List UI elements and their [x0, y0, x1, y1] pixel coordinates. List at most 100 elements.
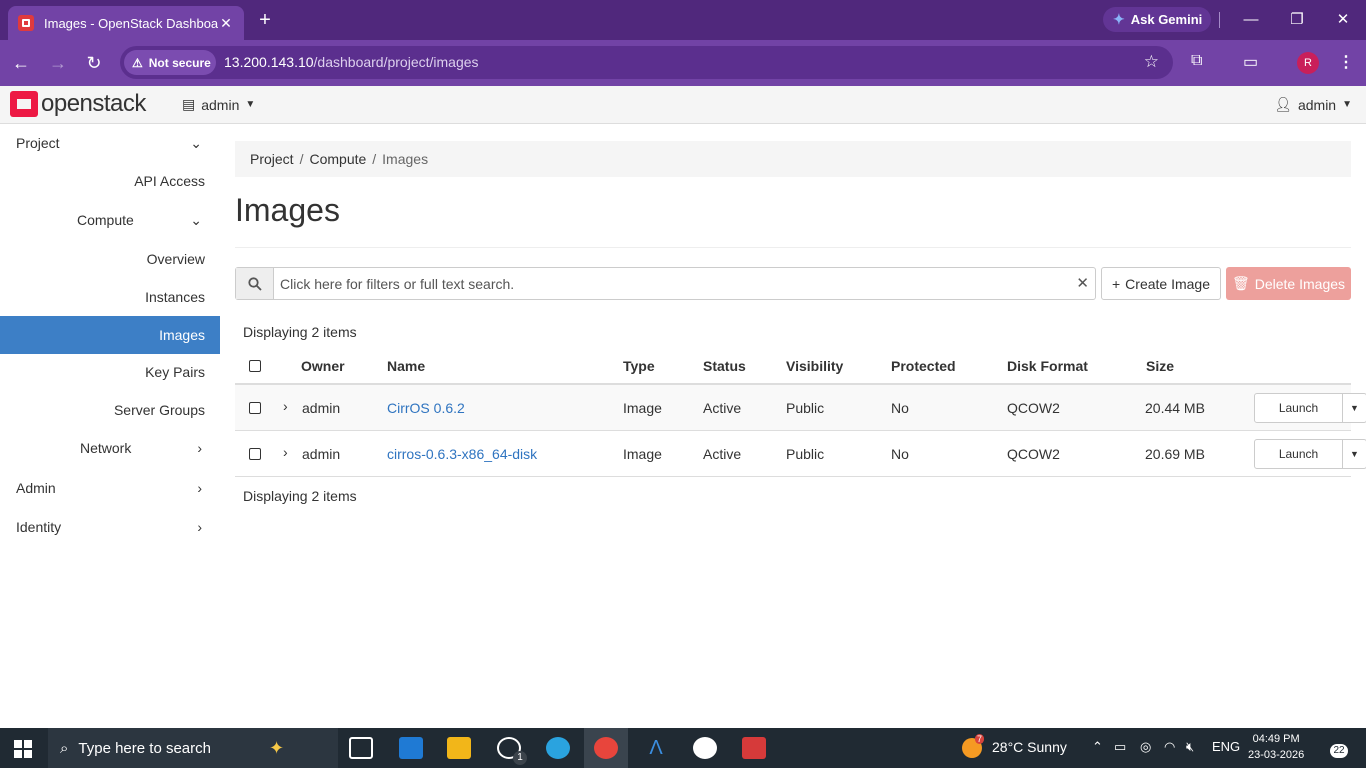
- col-size[interactable]: Size: [1146, 358, 1174, 374]
- breadcrumb-compute[interactable]: Compute: [309, 151, 366, 167]
- item-count-top: Displaying 2 items: [243, 324, 357, 340]
- bookmark-star-icon[interactable]: ☆: [1144, 52, 1159, 72]
- copilot-sparkle-icon[interactable]: ✦: [269, 738, 284, 759]
- col-type[interactable]: Type: [623, 358, 655, 374]
- user-menu-label: admin: [1297, 96, 1337, 113]
- whatsapp-icon[interactable]: 1: [497, 737, 527, 765]
- search-icon[interactable]: [236, 268, 274, 299]
- window-close-icon[interactable]: ✕: [1320, 8, 1366, 32]
- weather-badge: 7: [975, 734, 985, 744]
- clock[interactable]: 04:49 PM 23-03-2026: [1248, 731, 1304, 763]
- weather-icon[interactable]: 7: [962, 734, 985, 758]
- sidebar-item-project[interactable]: Project ⌄: [0, 124, 220, 162]
- sidebar-item-server-groups[interactable]: Server Groups: [0, 391, 220, 429]
- show-hidden-icons-icon[interactable]: ⌃: [1092, 739, 1103, 755]
- battery-icon[interactable]: ▭: [1114, 739, 1126, 755]
- sidebar-item-key-pairs[interactable]: Key Pairs: [0, 353, 220, 391]
- chevron-right-icon[interactable]: ›: [283, 398, 288, 414]
- search-input[interactable]: Click here for filters or full text sear…: [235, 267, 1096, 300]
- wifi-icon[interactable]: ◠: [1164, 739, 1175, 755]
- back-arrow-icon[interactable]: ←: [8, 50, 34, 76]
- reload-icon[interactable]: ↻: [81, 50, 107, 76]
- sidebar-item-overview[interactable]: Overview: [0, 240, 220, 278]
- sidebar-item-compute[interactable]: Compute ⌄: [0, 201, 220, 239]
- delete-images-label: Delete Images: [1254, 275, 1346, 292]
- col-disk-format[interactable]: Disk Format: [1007, 358, 1088, 374]
- ollama-icon[interactable]: [693, 737, 717, 759]
- col-owner[interactable]: Owner: [301, 358, 345, 374]
- chevron-right-icon: ›: [197, 440, 202, 456]
- weather-text[interactable]: 28°C Sunny: [992, 739, 1067, 755]
- not-secure-badge[interactable]: ⚠ Not secure: [124, 50, 216, 75]
- sidebar-item-label: Images: [159, 327, 205, 343]
- launch-button[interactable]: Launch: [1254, 393, 1343, 423]
- col-status[interactable]: Status: [703, 358, 746, 374]
- sidebar-item-label: Overview: [146, 251, 205, 267]
- clock-date: 23-03-2026: [1248, 749, 1305, 761]
- create-image-button[interactable]: + Create Image: [1101, 267, 1221, 300]
- task-view-icon[interactable]: [349, 737, 373, 759]
- row-checkbox[interactable]: [249, 448, 261, 460]
- breadcrumb-separator: /: [372, 151, 377, 167]
- telegram-icon[interactable]: [546, 737, 570, 759]
- windows-start-icon[interactable]: [14, 740, 32, 758]
- breadcrumb-project[interactable]: Project: [250, 151, 294, 167]
- new-tab-button[interactable]: +: [254, 8, 276, 32]
- profile-avatar[interactable]: R: [1297, 52, 1319, 74]
- col-protected[interactable]: Protected: [891, 358, 956, 374]
- tab-search-icon[interactable]: ▭: [1243, 52, 1258, 72]
- col-visibility[interactable]: Visibility: [786, 358, 843, 374]
- chrome-taskbar-button[interactable]: [584, 728, 628, 768]
- url-text[interactable]: 13.200.143.10/dashboard/project/images: [224, 54, 479, 70]
- volume-muted-icon[interactable]: 🔇︎: [1186, 739, 1194, 755]
- page-title: Images: [235, 192, 340, 228]
- url-host: 13.200.143.10: [224, 54, 314, 70]
- sidebar-item-images[interactable]: Images: [0, 316, 220, 354]
- openstack-logo[interactable]: openstack: [10, 90, 146, 118]
- clear-search-icon[interactable]: ✕: [1076, 274, 1089, 292]
- project-list-icon: ▤: [182, 96, 196, 112]
- ask-gemini-button[interactable]: ✦ Ask Gemini: [1103, 7, 1211, 32]
- forward-arrow-icon[interactable]: →: [45, 50, 71, 76]
- extensions-icon[interactable]: ⧉: [1191, 52, 1202, 70]
- cell-visibility: Public: [786, 400, 825, 416]
- address-bar[interactable]: ⚠ Not secure 13.200.143.10/dashboard/pro…: [120, 46, 1173, 79]
- create-image-label: Create Image: [1125, 275, 1210, 292]
- cell-name-link[interactable]: cirros-0.6.3-x86_64-disk: [387, 446, 537, 462]
- sidebar-item-admin[interactable]: Admin ›: [0, 469, 220, 507]
- caret-down-icon: ▼: [245, 99, 256, 110]
- screenshot-tool-icon[interactable]: [742, 737, 766, 759]
- gemini-sparkle-icon: ✦: [1113, 11, 1125, 27]
- sidebar-item-api-access[interactable]: API Access: [0, 162, 220, 200]
- sidebar-item-label: Network: [80, 440, 132, 456]
- cell-owner: admin: [302, 400, 341, 416]
- user-menu[interactable]: 👤︎ admin ▼: [1274, 96, 1352, 113]
- row-actions-caret-icon[interactable]: ▼: [1342, 439, 1366, 469]
- row-checkbox[interactable]: [249, 402, 261, 414]
- browser-menu-icon[interactable]: ⋮: [1338, 52, 1354, 72]
- delete-images-button[interactable]: 🗑︎ Delete Images: [1226, 267, 1351, 300]
- sidebar-item-network[interactable]: Network ›: [0, 429, 220, 467]
- sidebar-item-label: API Access: [134, 173, 205, 189]
- browser-tab-active[interactable]: Images - OpenStack Dashboard ✕: [8, 6, 244, 40]
- tab-close-icon[interactable]: ✕: [218, 15, 234, 32]
- project-selector[interactable]: ▤ admin ▼: [182, 96, 255, 113]
- language-indicator[interactable]: ENG: [1212, 739, 1240, 754]
- file-explorer-icon[interactable]: [447, 737, 471, 759]
- meet-now-icon[interactable]: ◎: [1140, 739, 1151, 755]
- sidebar-item-identity[interactable]: Identity ›: [0, 508, 220, 546]
- restore-icon[interactable]: ❐: [1274, 8, 1320, 32]
- taskbar-search-box[interactable]: ⌕ Type here to search ✦: [48, 728, 338, 768]
- select-all-checkbox[interactable]: [249, 360, 261, 372]
- notifications-icon[interactable]: 22: [1324, 738, 1348, 758]
- col-name[interactable]: Name: [387, 358, 425, 374]
- launch-button[interactable]: Launch: [1254, 439, 1343, 469]
- minimize-icon[interactable]: —: [1228, 8, 1274, 32]
- row-actions-caret-icon[interactable]: ▼: [1342, 393, 1366, 423]
- whatsapp-badge: 1: [513, 751, 527, 765]
- sidebar-item-instances[interactable]: Instances: [0, 278, 220, 316]
- arc-app-icon[interactable]: Λ: [644, 737, 668, 759]
- chevron-right-icon[interactable]: ›: [283, 444, 288, 460]
- cell-name-link[interactable]: CirrOS 0.6.2: [387, 400, 465, 416]
- microsoft-store-icon[interactable]: [399, 737, 423, 759]
